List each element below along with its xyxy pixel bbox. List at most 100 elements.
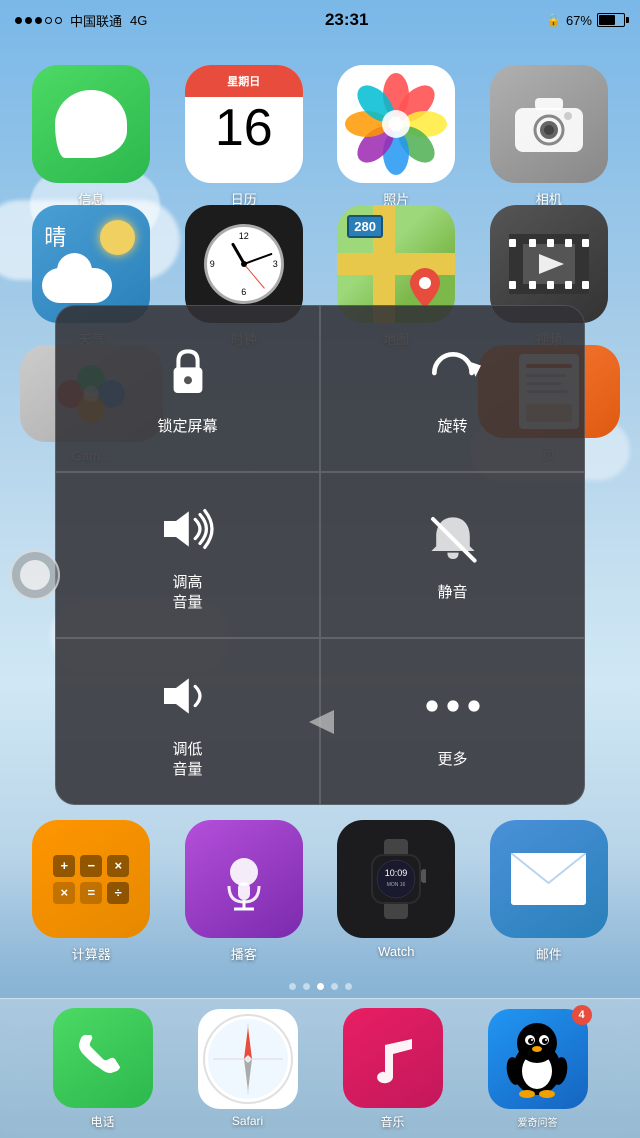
battery-icon: [597, 13, 625, 27]
back-arrow-container: [289, 692, 349, 752]
control-cell-more[interactable]: 更多: [320, 638, 585, 805]
signal-dot-4: [45, 17, 52, 24]
app-mail[interactable]: 邮件: [478, 820, 621, 963]
qq-svg: [500, 1019, 575, 1099]
dock-icon-phone: [53, 1008, 153, 1108]
control-label-volume-up: 调高音量: [172, 573, 202, 612]
battery-fill: [599, 15, 615, 25]
mute-icon: [421, 507, 485, 571]
signal-dot-5: [55, 17, 62, 24]
more-svg: [425, 678, 481, 734]
podcast-svg: [209, 844, 279, 914]
dock: 电话 Safari 音乐: [0, 998, 640, 1138]
mail-inner: [490, 820, 608, 938]
control-label-rotate: 旋转: [437, 417, 467, 437]
dock-music[interactable]: 音乐: [343, 1008, 443, 1130]
app-watch[interactable]: 10:09 MON 16 Watch: [325, 820, 468, 963]
control-cell-lock[interactable]: 锁定屏幕: [55, 305, 320, 472]
more-icon: [421, 674, 485, 738]
lock-svg: [160, 345, 216, 401]
calendar-day-name: 星期日: [227, 73, 260, 89]
page-dot-5: [345, 983, 352, 990]
app-grid-bottom: + − × × = ÷ 计算器: [0, 810, 640, 973]
volume-down-svg: [160, 668, 216, 724]
watch-svg: 10:09 MON 16: [366, 839, 426, 919]
app-icon-mail: [490, 820, 608, 938]
clock-num-12: 12: [239, 231, 249, 241]
map-280-label: 280: [347, 215, 383, 238]
dock-qq[interactable]: 4 爱奇问答: [488, 1009, 588, 1129]
app-label-podcast: 播客: [231, 944, 257, 963]
volume-up-svg: [160, 501, 216, 557]
calc-btn-div: ÷: [107, 882, 129, 904]
status-left: 中国联通 4G: [15, 11, 147, 30]
calc-btn-mult: ×: [107, 855, 129, 877]
dock-safari[interactable]: Safari: [198, 1009, 298, 1128]
clock-center: [241, 261, 247, 267]
control-label-more: 更多: [437, 750, 467, 770]
rotate-icon: [421, 341, 485, 405]
page-dot-4: [331, 983, 338, 990]
rotate-svg: [425, 345, 481, 401]
weather-sun: [100, 220, 135, 255]
svg-text:MON 16: MON 16: [387, 882, 406, 888]
control-cell-volume-up[interactable]: 调高音量: [55, 472, 320, 639]
signal-dot-3: [35, 17, 42, 24]
app-camera[interactable]: 相机: [478, 65, 621, 208]
calendar-inner: 星期日 16: [185, 65, 303, 183]
qq-badge: 4: [572, 1005, 592, 1025]
app-messages[interactable]: 信息: [20, 65, 163, 208]
signal-dot-1: [15, 17, 22, 24]
calc-btn-eq: =: [80, 882, 102, 904]
videos-svg: [509, 234, 589, 294]
photos-svg: [337, 65, 455, 183]
app-calendar[interactable]: 星期日 16 日历: [173, 65, 316, 208]
control-label-mute: 静音: [437, 583, 467, 603]
app-podcast[interactable]: 播客: [173, 820, 316, 963]
clock-num-3: 3: [273, 259, 278, 269]
calc-btn-x: ×: [53, 882, 75, 904]
calendar-date: 16: [215, 102, 273, 154]
safari-svg: [198, 1009, 298, 1109]
clock-num-6: 6: [241, 287, 246, 297]
mute-svg: [425, 511, 481, 567]
assistive-touch-inner: [20, 560, 50, 590]
app-photos[interactable]: 照片: [325, 65, 468, 208]
dock-phone[interactable]: 电话: [53, 1008, 153, 1130]
back-arrow-svg: [299, 702, 339, 742]
app-icon-calendar: 星期日 16: [185, 65, 303, 183]
clock-num-9: 9: [210, 259, 215, 269]
weather-temp: 晴: [44, 220, 66, 252]
calc-inner: + − × × = ÷: [32, 820, 150, 938]
clock-hand-minute: [243, 253, 272, 265]
dock-label-qq: 爱奇问答: [518, 1114, 558, 1129]
volume-up-icon: [156, 497, 220, 561]
carrier-label: 中国联通: [70, 11, 122, 30]
watch-inner: 10:09 MON 16: [337, 820, 455, 938]
clock-hand-second: [243, 264, 264, 289]
battery-percent: 67%: [566, 13, 592, 28]
status-bar: 中国联通 4G 23:31 🔒 67%: [0, 0, 640, 40]
calc-btn-plus: +: [53, 855, 75, 877]
time-display: 23:31: [325, 10, 368, 30]
mail-svg: [511, 853, 586, 905]
dock-icon-qq: [488, 1009, 588, 1109]
status-right: 🔒 67%: [546, 13, 625, 28]
page-dots: [0, 983, 640, 990]
calc-row-2: × = ÷: [53, 882, 129, 904]
app-label-mail: 邮件: [536, 944, 562, 963]
dock-label-phone: 电话: [90, 1113, 114, 1130]
assistive-touch-button[interactable]: [10, 550, 60, 600]
app-calc[interactable]: + − × × = ÷ 计算器: [20, 820, 163, 963]
control-cell-mute[interactable]: 静音: [320, 472, 585, 639]
control-label-lock: 锁定屏幕: [157, 417, 217, 437]
app-icon-photos: [337, 65, 455, 183]
calendar-header: 星期日: [185, 65, 303, 97]
control-cell-rotate[interactable]: 旋转: [320, 305, 585, 472]
control-overlay: 锁定屏幕 旋转 调高音量: [55, 305, 585, 805]
music-svg: [360, 1025, 425, 1090]
page-dot-2: [303, 983, 310, 990]
messages-svg: [66, 101, 116, 147]
calc-row-1: + − ×: [53, 855, 129, 877]
control-cell-volume-down[interactable]: 调低音量: [55, 638, 320, 805]
